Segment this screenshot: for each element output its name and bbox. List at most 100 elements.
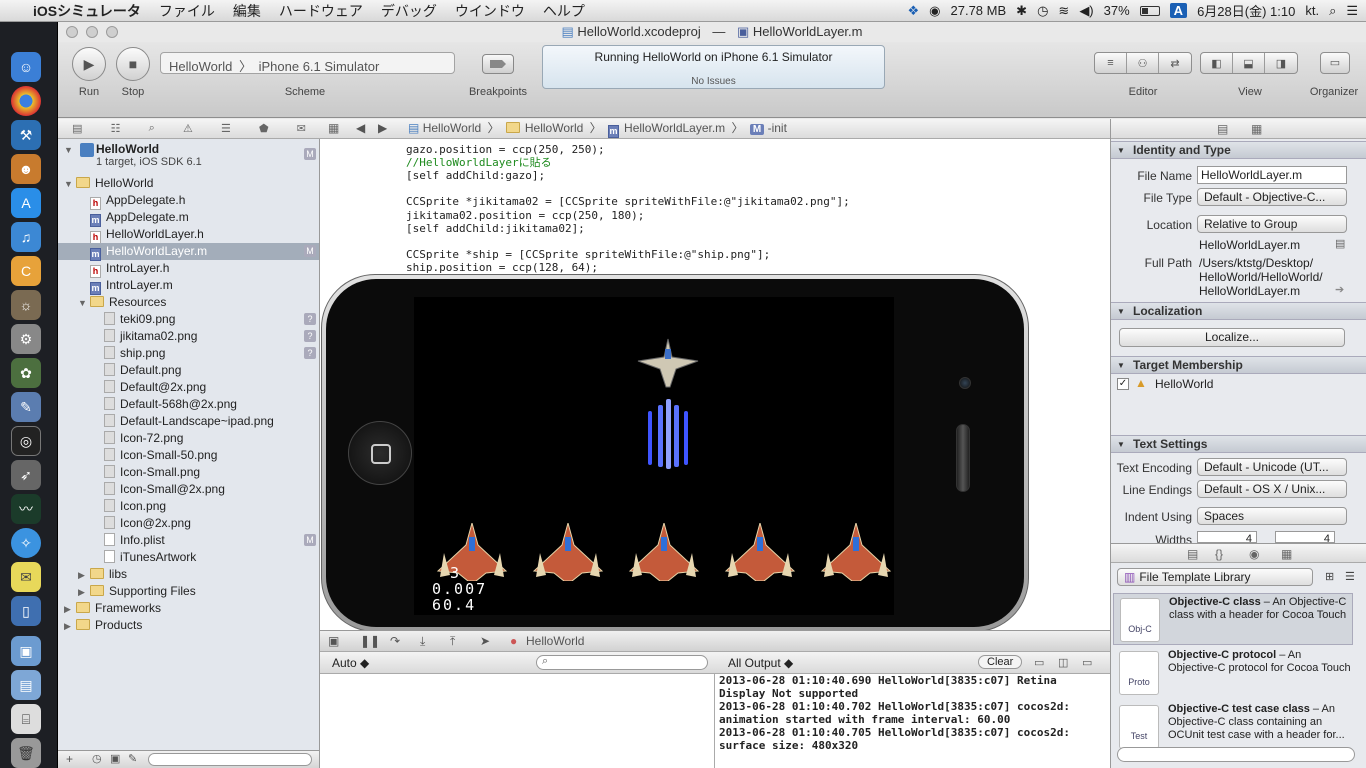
file-tree-row[interactable]: m HelloWorldLayer.m M [58,243,319,261]
file-tree-row[interactable]: Icon-Small-50.png [58,447,319,464]
console-output-popup[interactable]: All Output ◆ [728,656,793,670]
target-checkbox[interactable]: ✓ [1117,378,1129,390]
gimp-icon[interactable]: ☼ [11,290,41,320]
menu-hardware[interactable]: ハードウェア [270,1,372,21]
minimize-window-icon[interactable] [86,26,98,38]
dvd-player-icon[interactable]: ◎ [11,426,41,456]
file-tree-row[interactable]: h HelloWorldLayer.h [58,226,319,244]
list-view-icon[interactable]: ☰ [1345,570,1355,583]
spotlight-icon[interactable]: ⌕ [1329,3,1336,19]
step-into-icon[interactable]: ⤓ [420,631,425,652]
finder-icon[interactable]: ☺ [11,52,41,82]
line-endings-popup[interactable]: Default - OS X / Unix... [1197,480,1347,498]
location-popup[interactable]: Relative to Group [1197,215,1347,233]
file-tree-row[interactable]: Icon-72.png [58,430,319,447]
menu-debug[interactable]: デバッグ [372,1,446,21]
file-tree-row[interactable]: ▶ Products [58,617,319,635]
file-tree-row[interactable]: ▶ Frameworks [58,600,319,618]
library-filter-input[interactable] [1117,747,1355,762]
simulator-screen[interactable]: 3 0.007 60.4 [414,297,894,615]
add-file-icon[interactable]: + [66,752,73,766]
project-root-row[interactable]: ▼ HelloWorld 1 target, iOS SDK 6.1 M [58,139,319,171]
organizer-button[interactable]: ▭ [1320,52,1350,74]
menu-file[interactable]: ファイル [150,1,224,21]
template-item[interactable]: Test Objective-C test case class – An Obj… [1113,701,1353,753]
file-tree-row[interactable]: h AppDelegate.h [58,192,319,210]
file-tree-row[interactable]: h IntroLayer.h [58,260,319,278]
breadcrumb-project[interactable]: HelloWorld [423,121,481,135]
activity-issues[interactable]: No Issues [543,76,884,87]
trash-icon[interactable]: 🗑 [11,738,41,768]
file-tree-row[interactable]: Default-568h@2x.png [58,396,319,413]
log-navigator-icon[interactable]: ✉ [297,122,306,135]
zoom-window-icon[interactable] [106,26,118,38]
utilities-toggle-icon[interactable]: ◨ [1265,53,1297,73]
project-navigator-icon[interactable]: ▤ [72,122,82,135]
applications-folder-icon[interactable]: ▣ [11,636,41,666]
related-items-icon[interactable]: ▦ [328,119,339,138]
indent-using-popup[interactable]: Spaces [1197,507,1347,525]
template-item[interactable]: Proto Objective-C protocol – An Objective… [1113,647,1353,699]
menu-window[interactable]: ウインドウ [446,1,534,21]
file-tree-row[interactable]: m IntroLayer.m [58,277,319,295]
file-tree-row[interactable]: Icon-Small@2x.png [58,481,319,498]
file-tree-row[interactable]: Icon-Small.png [58,464,319,481]
documents-folder-icon[interactable]: ▤ [11,670,41,700]
console-view-icon[interactable]: ▭ [1082,656,1092,669]
disclosure-open-icon[interactable]: ▼ [78,295,90,312]
file-tree-row[interactable]: m AppDelegate.m [58,209,319,227]
icon-view-icon[interactable]: ⊞ [1325,570,1334,583]
step-out-icon[interactable]: ⤒ [450,631,455,652]
close-window-icon[interactable] [66,26,78,38]
system-preferences-icon[interactable]: ⚙ [11,324,41,354]
dropbox-icon[interactable]: ❖ [908,3,920,19]
debug-navigator-icon[interactable]: ☰ [221,122,231,135]
file-tree-row[interactable]: Default@2x.png [58,379,319,396]
cyberduck-icon[interactable]: ☻ [11,154,41,184]
console-output[interactable]: 2013-06-28 01:10:40.690 HelloWorld[3835:… [715,674,1110,768]
file-tree-row[interactable]: ▶ Supporting Files [58,583,319,601]
file-template-library-icon[interactable]: ▤ [1187,547,1198,561]
file-tree-row[interactable]: jikitama02.png? [58,328,319,345]
disclosure-closed-icon[interactable]: ▶ [64,601,76,618]
breakpoints-button[interactable] [482,54,514,74]
bluetooth-icon[interactable]: ✱ [1016,3,1027,19]
symbol-navigator-icon[interactable]: ☷ [111,122,121,135]
scheme-selector[interactable]: HelloWorld 〉 iPhone 6.1 Simulator [160,52,455,74]
clear-console-button[interactable]: Clear [978,655,1023,669]
input-source-icon[interactable]: A [1169,3,1188,18]
home-button[interactable] [348,421,412,485]
time-machine-icon[interactable]: ◷ [1037,3,1048,19]
breadcrumb-method[interactable]: -init [768,121,787,135]
disclosure-open-icon[interactable]: ▼ [64,176,76,193]
volume-icon[interactable]: ◀) [1079,3,1093,19]
disclosure-closed-icon[interactable]: ▶ [64,618,76,635]
breadcrumb-file[interactable]: HelloWorldLayer.m [624,121,725,135]
forward-icon[interactable]: ▶ [378,119,387,138]
search-navigator-icon[interactable]: ⌕ [149,122,155,135]
file-tree-row[interactable]: teki09.png? [58,311,319,328]
chrome-icon[interactable] [11,86,41,116]
recent-files-icon[interactable]: ◷ [92,752,102,765]
breadcrumb-group[interactable]: HelloWorld [525,121,583,135]
file-tree-row[interactable]: ▶ libs [58,566,319,583]
file-tree-row[interactable]: Icon.png [58,498,319,515]
user-menu[interactable]: kt. [1305,3,1319,18]
text-encoding-popup[interactable]: Default - Unicode (UT... [1197,458,1347,476]
ios-simulator-icon[interactable]: ▯ [11,596,41,626]
file-tree-row[interactable]: Info.plist M [58,532,319,549]
disclosure-open-icon[interactable]: ▼ [64,145,76,155]
photo-icon[interactable]: ✿ [11,358,41,388]
navigator-filter-input[interactable] [148,753,312,766]
disclosure-closed-icon[interactable]: ▶ [78,584,90,601]
debug-target[interactable]: HelloWorld [526,631,584,652]
debug-area-toggle-icon[interactable]: ⬓ [1233,53,1265,73]
cocos-icon[interactable]: C [11,256,41,286]
back-icon[interactable]: ◀ [356,119,365,138]
object-library-icon[interactable]: ◉ [1249,547,1259,561]
reveal-in-finder-icon[interactable]: ➔ [1335,283,1344,296]
variables-scope-popup[interactable]: Auto ◆ [332,656,369,670]
file-inspector-icon[interactable]: ▤ [1217,122,1228,136]
wifi-icon[interactable]: ≋ [1058,3,1069,19]
target-membership-header[interactable]: Target Membership [1111,356,1366,374]
